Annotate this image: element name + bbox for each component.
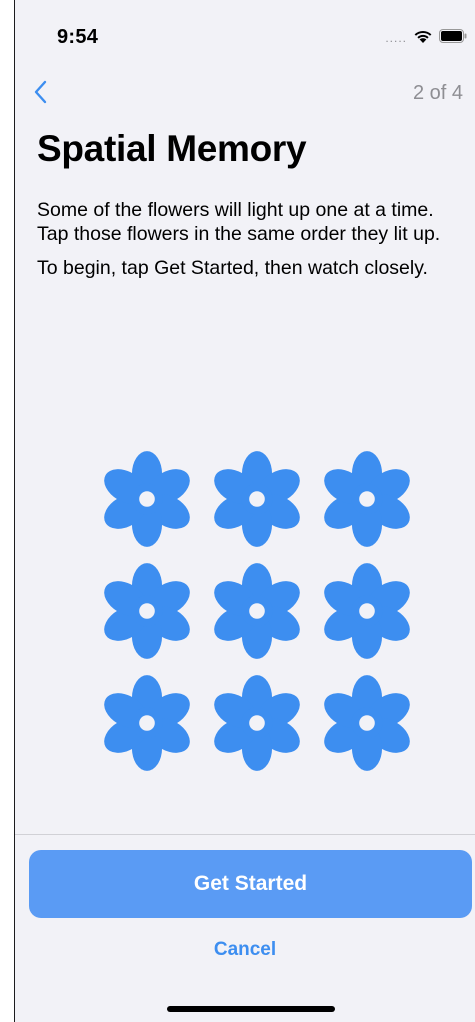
- flower-icon[interactable]: [205, 447, 309, 551]
- wifi-icon: [413, 29, 433, 44]
- signal-icon: .....: [385, 31, 407, 45]
- instruction-text: To begin, tap Get Started, then watch cl…: [37, 257, 428, 279]
- flower-icon[interactable]: [95, 447, 199, 551]
- phone-screen: 9:54 ..... 2 of 4 Spatial Memory Some of…: [14, 0, 475, 1022]
- page-indicator: 2 of 4: [412, 82, 463, 104]
- instruction-text: Some of the flowers will light up one at…: [37, 199, 441, 245]
- battery-icon: [439, 29, 467, 43]
- status-bar: 9:54 .....: [15, 0, 475, 70]
- page-title: Spatial Memory: [37, 128, 307, 169]
- home-indicator: [167, 1006, 335, 1012]
- instructions: Some of the flowers will light up one at…: [37, 198, 457, 290]
- flower-icon[interactable]: [315, 559, 419, 663]
- status-icons: .....: [385, 27, 467, 45]
- flower-icon[interactable]: [315, 671, 419, 775]
- navigation-bar: 2 of 4: [15, 72, 475, 112]
- flower-icon[interactable]: [95, 559, 199, 663]
- cancel-button[interactable]: Cancel: [15, 935, 475, 965]
- get-started-button[interactable]: Get Started: [29, 850, 472, 918]
- flower-icon[interactable]: [205, 559, 309, 663]
- flower-icon[interactable]: [205, 671, 309, 775]
- chevron-left-icon: [34, 80, 47, 104]
- back-button[interactable]: [31, 74, 61, 110]
- flower-grid: [95, 447, 411, 773]
- bottom-action-area: Get Started Cancel: [15, 835, 475, 1022]
- status-time: 9:54: [57, 26, 99, 48]
- flower-icon[interactable]: [95, 671, 199, 775]
- flower-icon[interactable]: [315, 447, 419, 551]
